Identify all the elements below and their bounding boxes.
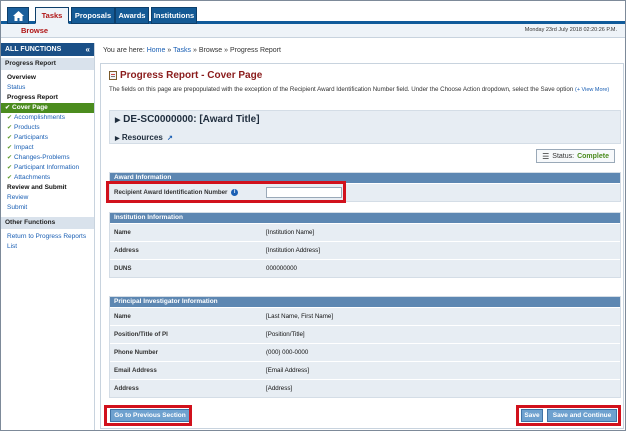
tab-tasks[interactable]: Tasks <box>35 7 69 24</box>
sidebar-section-other-functions[interactable]: Other Functions <box>1 217 94 229</box>
page-title-text: Progress Report - Cover Page <box>120 70 263 81</box>
breadcrumb-tasks[interactable]: Tasks <box>173 47 191 54</box>
datetime: Monday 23rd July 2018 02:20:26 P.M. <box>524 27 617 33</box>
tab-proposals[interactable]: Proposals <box>71 7 115 24</box>
section-heading: Institution Information <box>110 213 620 223</box>
row-value: 000000000 <box>266 265 297 272</box>
caret-right-icon: ▶ <box>115 136 120 142</box>
sidebar-item-changes-problems[interactable]: Changes-Problems <box>1 153 94 163</box>
breadcrumb-prefix: You are here: <box>103 47 145 54</box>
row-value: [Institution Name] <box>266 229 315 236</box>
page-description: The fields on this page are prepopulated… <box>109 85 619 95</box>
tab-institutions[interactable]: Institutions <box>151 7 197 24</box>
sidebar-item-progress-report: Progress Report <box>7 94 58 101</box>
top-nav: Tasks Proposals Awards Institutions <box>1 1 625 24</box>
sidebar-item-products[interactable]: Products <box>1 123 94 133</box>
home-button[interactable] <box>7 7 29 24</box>
table-row: Phone Number (000) 000-0000 <box>110 343 620 361</box>
sidebar-header: ALL FUNCTIONS « <box>1 43 94 56</box>
table-row: Email Address [Email Address] <box>110 361 620 379</box>
sidebar-title: ALL FUNCTIONS <box>5 46 62 53</box>
content-panel: Progress Report - Cover Page The fields … <box>100 63 624 429</box>
sub-nav: Browse Monday 23rd July 2018 02:20:26 P.… <box>1 24 625 38</box>
institution-information-section: Institution Information Name [Institution… <box>109 212 621 278</box>
sidebar: ALL FUNCTIONS « Progress Report Overview… <box>1 43 95 430</box>
status-badge[interactable]: ☰ Status: Complete <box>536 149 615 163</box>
row-label: Address <box>114 247 139 254</box>
page-title: Progress Report - Cover Page <box>109 70 262 81</box>
breadcrumb-separator: » <box>167 47 172 54</box>
row-label: Address <box>114 385 139 392</box>
pi-information-section: Principal Investigator Information Name [… <box>109 296 621 398</box>
sidebar-item-attachments[interactable]: Attachments <box>1 173 94 183</box>
breadcrumb: You are here: Home » Tasks » Browse » Pr… <box>103 47 281 54</box>
table-row: Address [Institution Address] <box>110 241 620 259</box>
external-link-icon: ↗ <box>167 135 173 142</box>
sidebar-item-accomplishments[interactable]: Accomplishments <box>1 113 94 123</box>
document-icon <box>109 71 117 80</box>
table-row: Name [Institution Name] <box>110 223 620 241</box>
pi-rows: Name [Last Name, First Name] Position/Titl… <box>110 307 620 397</box>
status-label: Status: <box>552 152 575 160</box>
resources-label: Resources <box>121 133 163 142</box>
highlight-award-id <box>106 181 346 203</box>
resources-toggle[interactable]: ▶ Resources ↗ <box>115 133 173 142</box>
award-header: ▶ DE-SC0000000: [Award Title] ▶ Resource… <box>109 110 621 144</box>
sidebar-section-progress-report[interactable]: Progress Report <box>1 58 94 70</box>
row-label: Position/Title of PI <box>114 331 168 338</box>
main-area: You are here: Home » Tasks » Browse » Pr… <box>97 43 625 430</box>
row-value: [Email Address] <box>266 367 309 374</box>
row-value: [Institution Address] <box>266 247 320 254</box>
page-description-text: The fields on this page are prepopulated… <box>109 86 574 93</box>
breadcrumb-current: Progress Report <box>229 47 281 54</box>
sidebar-item-cover-page[interactable]: Cover Page <box>1 103 94 113</box>
status-value: Complete <box>577 152 609 160</box>
list-icon: ☰ <box>542 151 550 161</box>
row-label: Name <box>114 229 131 236</box>
view-more-link[interactable]: (+ View More) <box>575 87 609 93</box>
caret-right-icon: ▶ <box>115 117 121 124</box>
row-label: DUNS <box>114 265 132 272</box>
section-heading: Principal Investigator Information <box>110 297 620 307</box>
sidebar-item-return-to-progress-reports[interactable]: Return to Progress Reports <box>1 232 94 242</box>
row-label: Phone Number <box>114 349 159 356</box>
sidebar-items: OverviewStatusProgress ReportCover PageA… <box>1 73 94 213</box>
sidebar-item-participants[interactable]: Participants <box>1 133 94 143</box>
breadcrumb-home[interactable]: Home <box>147 47 166 54</box>
highlight-save-buttons <box>516 405 621 426</box>
highlight-previous-button <box>104 405 192 426</box>
sidebar-item-participant-information[interactable]: Participant Information <box>1 163 94 173</box>
breadcrumb-separator: » <box>192 47 197 54</box>
row-label: Name <box>114 313 131 320</box>
table-row: Address [Address] <box>110 379 620 397</box>
sidebar-item-impact[interactable]: Impact <box>1 143 94 153</box>
breadcrumb-separator: » <box>224 47 229 54</box>
row-value: [Address] <box>266 385 293 392</box>
table-row: Position/Title of PI [Position/Title] <box>110 325 620 343</box>
double-chevron-left-icon[interactable]: « <box>86 45 90 54</box>
award-title[interactable]: ▶ DE-SC0000000: [Award Title] <box>115 114 260 125</box>
row-value: [Position/Title] <box>266 331 305 338</box>
breadcrumb-browse: Browse <box>198 47 223 54</box>
home-icon <box>12 10 24 21</box>
sidebar-item-status[interactable]: Status <box>1 83 94 93</box>
row-value: (000) 000-0000 <box>266 349 309 356</box>
subtab-browse[interactable]: Browse <box>21 26 48 35</box>
tab-awards[interactable]: Awards <box>115 7 149 24</box>
sidebar-item-overview: Overview <box>7 74 36 81</box>
institution-rows: Name [Institution Name] Address [Institutio… <box>110 223 620 277</box>
sidebar-item-submit[interactable]: Submit <box>1 203 94 213</box>
row-label: Email Address <box>114 367 157 374</box>
row-value: [Last Name, First Name] <box>266 313 334 320</box>
sidebar-item-list[interactable]: List <box>1 242 94 252</box>
sidebar-item-review-and-submit: Review and Submit <box>7 184 67 191</box>
table-row: DUNS 000000000 <box>110 259 620 277</box>
sidebar-item-review[interactable]: Review <box>1 193 94 203</box>
award-title-text: DE-SC0000000: [Award Title] <box>123 114 260 125</box>
table-row: Name [Last Name, First Name] <box>110 307 620 325</box>
